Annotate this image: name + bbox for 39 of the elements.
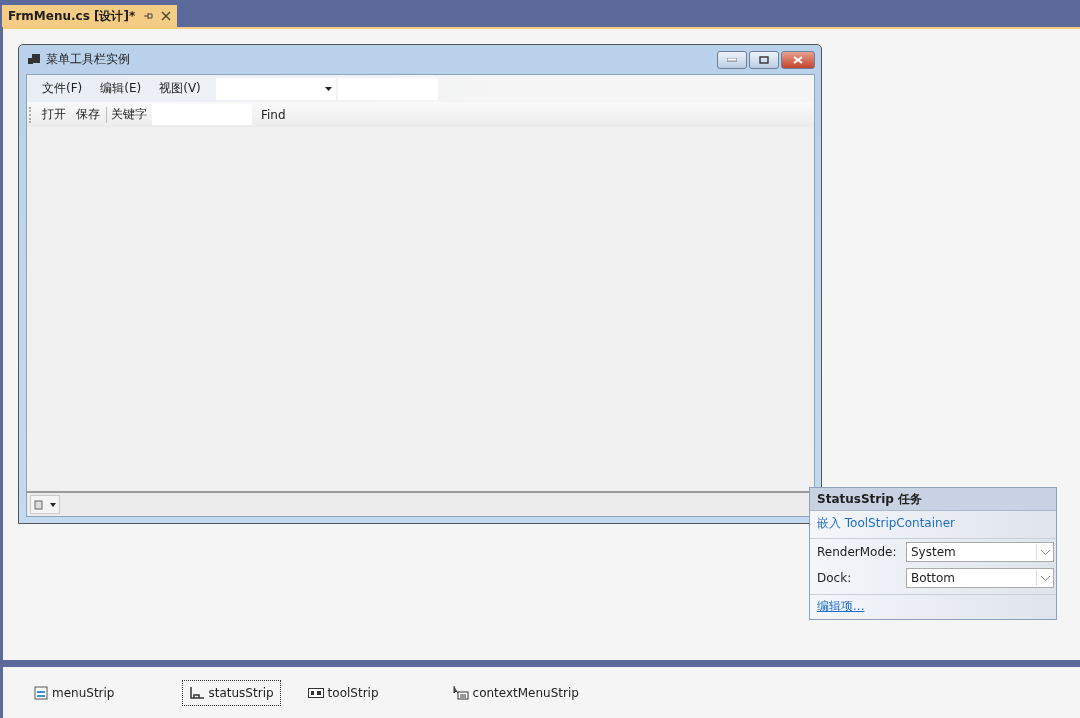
context-menu-icon — [452, 685, 469, 700]
dropdown-arrow-icon — [49, 502, 56, 507]
dropdown-arrow-icon — [324, 86, 332, 91]
form-title: 菜单工具栏实例 — [46, 51, 130, 68]
component-item[interactable]: menuStrip — [27, 679, 122, 706]
pin-icon[interactable] — [143, 11, 154, 21]
embed-link[interactable]: 嵌入 ToolStripContainer — [810, 511, 1056, 539]
property-label: RenderMode: — [817, 545, 898, 559]
toolbar-button[interactable]: Find — [256, 107, 291, 122]
toolbar-label: 关键字 — [110, 106, 148, 123]
property-dropdown[interactable]: System — [906, 542, 1054, 562]
chevron-down-icon — [1040, 549, 1050, 555]
status-label-icon — [34, 499, 44, 510]
menu-item[interactable]: 文件(F) — [33, 80, 92, 97]
property-dropdown[interactable]: Bottom — [906, 568, 1054, 588]
toolbar-button[interactable]: 打开 — [37, 106, 71, 123]
maximize-button[interactable] — [749, 50, 779, 69]
property-label: Dock: — [817, 571, 853, 585]
document-tab[interactable]: FrmMenu.cs [设计]* — [2, 5, 178, 27]
edit-items-link[interactable]: 编辑项... — [810, 594, 1056, 619]
component-item[interactable]: toolStrip — [300, 679, 386, 706]
close-icon — [793, 55, 803, 64]
status-strip-icon — [188, 685, 205, 700]
toolbar-button[interactable]: 保存 — [71, 106, 105, 123]
minimize-button[interactable] — [717, 50, 747, 69]
add-item-dropdown[interactable] — [30, 495, 60, 514]
close-icon[interactable] — [161, 11, 172, 21]
maximize-icon — [759, 55, 769, 64]
panel-title: StatusStrip 任务 — [810, 488, 1056, 511]
menu-item[interactable]: 视图(V) — [150, 80, 210, 97]
component-item[interactable]: contextMenuStrip — [445, 679, 586, 706]
menu-icon — [34, 685, 48, 700]
component-item[interactable]: statusStrip — [181, 679, 281, 706]
minimize-icon — [727, 57, 737, 62]
toolbar-icon — [307, 687, 324, 698]
chevron-down-icon — [1040, 575, 1050, 581]
form-icon — [28, 53, 40, 66]
close-button[interactable] — [781, 50, 815, 69]
menu-item[interactable]: 编辑(E) — [91, 80, 151, 97]
